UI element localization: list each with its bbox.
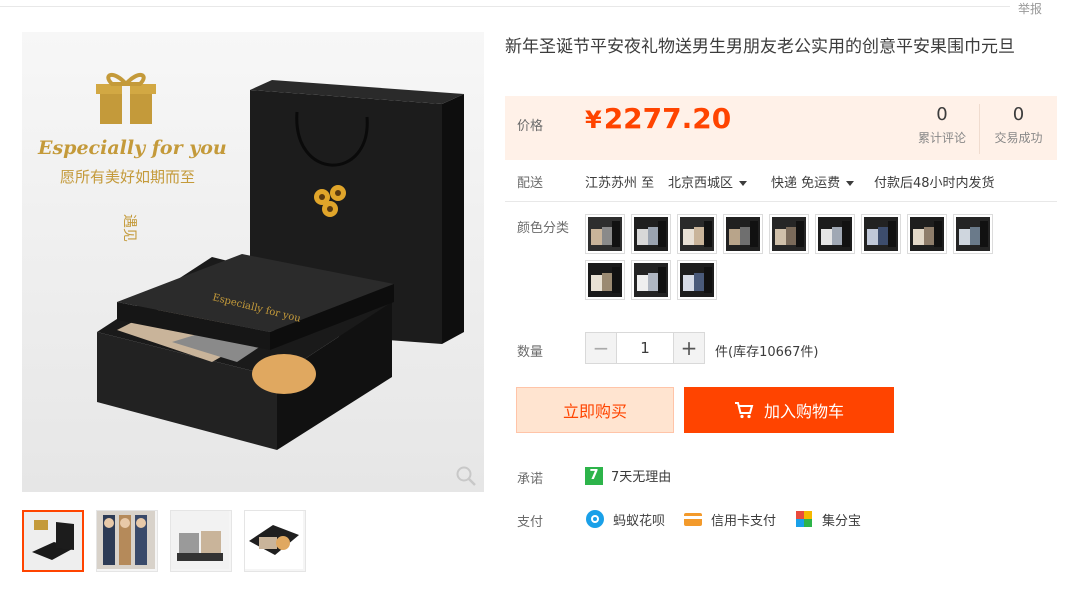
image-stamp: 遇见	[121, 214, 137, 242]
shipping-destination-select[interactable]: 北京西城区	[668, 172, 748, 191]
swatch-image	[726, 217, 760, 251]
sales-count: 0	[1012, 104, 1025, 125]
quantity-increment-button[interactable]: +	[673, 332, 705, 364]
credit-card-icon	[684, 513, 703, 526]
payment-credit-card-label: 信用卡支付	[711, 513, 777, 529]
price-label: 价格	[517, 119, 544, 134]
promise-text: 7天无理由	[611, 470, 672, 485]
reviews-count: 0	[936, 104, 948, 125]
color-swatch[interactable]	[631, 260, 671, 300]
color-swatch[interactable]	[769, 214, 809, 254]
main-product-image[interactable]: Especially for you 愿所有美好如期而至 遇见 Especial…	[22, 32, 484, 492]
color-swatch[interactable]	[677, 214, 717, 254]
color-swatch[interactable]	[677, 260, 717, 300]
swatch-image	[634, 217, 668, 251]
price-panel: 价格 ¥2277.20 0 累计评论 0 交易成功	[505, 96, 1057, 160]
shipping-label: 配送	[517, 176, 544, 191]
jifenbao-icon	[796, 511, 813, 527]
payment-huabei-label: 蚂蚁花呗	[613, 513, 666, 529]
thumbnail-4[interactable]	[244, 510, 306, 572]
payment-credit-card[interactable]: 信用卡支付	[683, 509, 776, 529]
swatch-image	[588, 263, 622, 297]
color-label: 颜色分类	[517, 221, 570, 236]
shipping-time: 付款后48小时内发货	[874, 176, 995, 191]
payment-jifenbao[interactable]: 集分宝	[794, 509, 861, 529]
quantity-stepper: − 1 +	[585, 332, 705, 364]
promise-label: 承诺	[517, 472, 544, 487]
shipping-method-select[interactable]: 快递 免运费	[771, 172, 855, 191]
swatch-image	[680, 217, 714, 251]
swatch-image	[680, 263, 714, 297]
swatch-image	[634, 263, 668, 297]
currency-symbol: ¥	[585, 106, 602, 134]
payment-label: 支付	[517, 515, 544, 530]
cart-icon	[734, 402, 754, 419]
chevron-down-icon	[846, 181, 855, 186]
swatch-image	[818, 217, 852, 251]
product-title: 新年圣诞节平安夜礼物送男生男朋友老公实用的创意平安果围巾元旦	[505, 37, 1015, 57]
zoom-icon[interactable]	[455, 465, 477, 487]
add-to-cart-label: 加入购物车	[763, 402, 844, 421]
thumbnail-2[interactable]	[96, 510, 158, 572]
quantity-decrement-button[interactable]: −	[585, 332, 617, 364]
stock-info: 件(库存10667件)	[715, 345, 819, 360]
color-swatch[interactable]	[953, 214, 993, 254]
price-amount: 2277.20	[603, 102, 732, 135]
shipping-from: 江苏苏州 至	[585, 176, 655, 191]
add-to-cart-button[interactable]: 加入购物车	[684, 387, 894, 433]
price-value: ¥2277.20	[585, 102, 731, 135]
report-link[interactable]: 举报	[1018, 0, 1042, 17]
shipping-method: 快递 免运费	[771, 176, 841, 191]
color-swatch[interactable]	[723, 214, 763, 254]
color-swatch[interactable]	[585, 260, 625, 300]
thumbnail-3[interactable]	[170, 510, 232, 572]
buy-now-button[interactable]: 立即购买	[516, 387, 674, 433]
divider	[505, 201, 1057, 202]
huabei-icon	[586, 510, 604, 528]
color-swatch[interactable]	[631, 214, 671, 254]
color-swatch-list	[585, 214, 1015, 300]
top-divider	[0, 6, 1010, 7]
gift-box-illustration: Especially for you 愿所有美好如期而至 遇见 Especial…	[22, 32, 484, 492]
payment-methods: 蚂蚁花呗 信用卡支付 集分宝	[585, 509, 861, 529]
swatch-image	[910, 217, 944, 251]
promise-item[interactable]: 7 7天无理由	[585, 466, 671, 485]
quantity-label: 数量	[517, 345, 544, 360]
color-swatch[interactable]	[815, 214, 855, 254]
reviews-stat[interactable]: 0 累计评论	[903, 104, 981, 146]
color-swatch[interactable]	[861, 214, 901, 254]
image-slogan-cn: 愿所有美好如期而至	[60, 168, 195, 186]
color-swatch[interactable]	[585, 214, 625, 254]
swatch-image	[772, 217, 806, 251]
shipping-destination: 北京西城区	[668, 176, 734, 191]
swatch-image	[588, 217, 622, 251]
sales-label: 交易成功	[994, 131, 1043, 145]
image-slogan-en: Especially for you	[37, 137, 227, 159]
sales-stat: 0 交易成功	[979, 104, 1057, 154]
chevron-down-icon	[739, 181, 748, 186]
reviews-label: 累计评论	[917, 131, 966, 145]
payment-jifenbao-label: 集分宝	[822, 513, 862, 529]
payment-huabei[interactable]: 蚂蚁花呗	[585, 509, 665, 529]
color-swatch[interactable]	[907, 214, 947, 254]
quantity-input[interactable]: 1	[617, 332, 673, 364]
thumbnail-1[interactable]	[22, 510, 84, 572]
thumbnail-strip	[22, 510, 306, 572]
seven-day-return-icon: 7	[585, 466, 603, 485]
swatch-image	[864, 217, 898, 251]
swatch-image	[956, 217, 990, 251]
